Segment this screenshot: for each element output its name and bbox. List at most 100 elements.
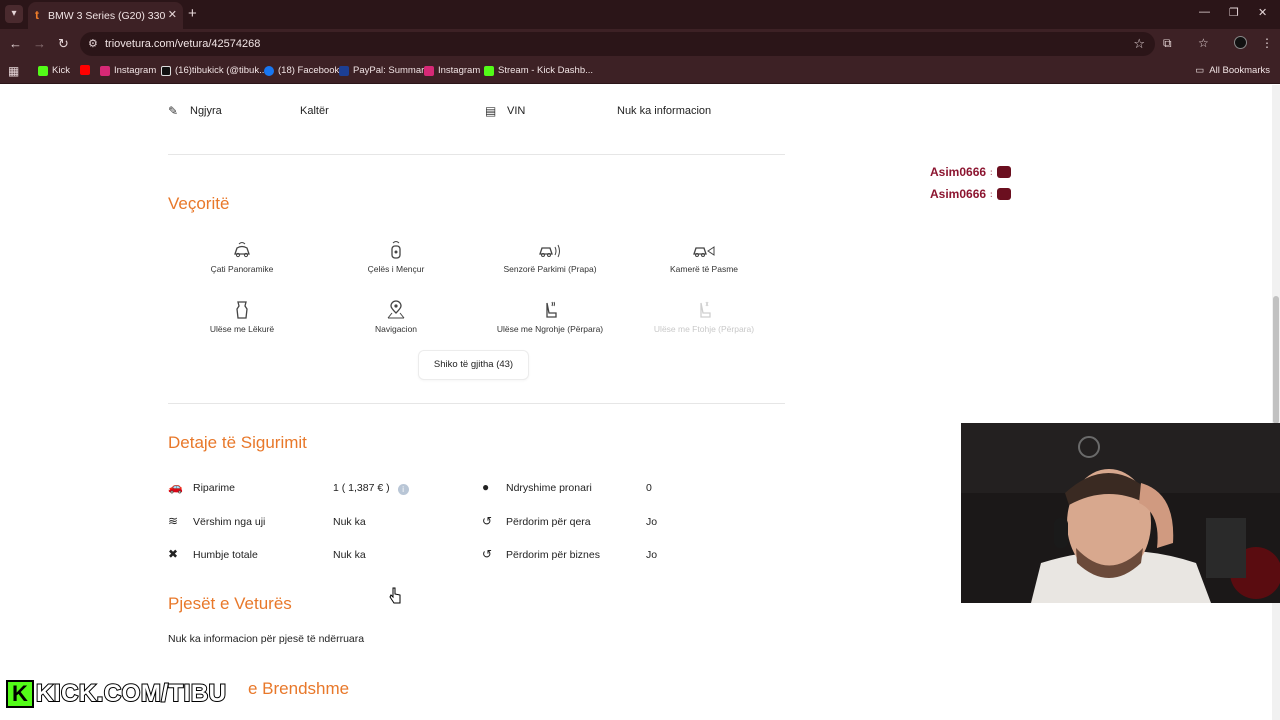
paypal-icon — [339, 65, 349, 76]
leather-icon — [236, 301, 248, 319]
tab-title: BMW 3 Series (G20) 330E M Sp — [48, 10, 166, 22]
bookmarks-bar: ▦ Kick Instagram (16)tibukick (@tibuk...… — [0, 59, 1280, 84]
paint-spray-icon: ✎ — [168, 104, 179, 118]
insurance-value: Nuk ka — [333, 516, 366, 528]
spec-color-value: Kaltër — [300, 105, 329, 117]
address-bar[interactable]: ⚙ triovetura.com/vetura/42574268 ☆ — [80, 32, 1155, 56]
map-pin-icon — [387, 300, 405, 319]
parts-title: Pjesët e Veturës — [168, 594, 292, 613]
bookmark-item[interactable] — [80, 65, 94, 75]
cooled-seat-icon — [700, 301, 711, 318]
tab-search-button[interactable]: ▾ — [5, 5, 23, 23]
insurance-label: Riparime — [193, 482, 236, 494]
feature-cooled-seats: Ulëse me Ftohje (Përpara) — [634, 299, 774, 334]
tiktok-icon — [161, 65, 171, 76]
feature-leather-seats: Ulëse me Lëkurë — [172, 299, 312, 334]
kick-logo-icon — [484, 65, 494, 76]
close-icon[interactable]: ✕ — [168, 8, 177, 21]
car-roof-icon — [234, 242, 250, 258]
bookmark-item[interactable]: Instagram — [100, 65, 156, 76]
history-icon: ↺ — [482, 547, 493, 561]
webcam-person-image — [961, 423, 1280, 603]
facebook-icon — [264, 65, 274, 76]
heated-seat-icon — [546, 301, 557, 318]
dot-icon: : — [990, 167, 993, 177]
bookmark-item[interactable]: (18) Facebook — [264, 65, 339, 76]
parking-sensor-icon — [539, 244, 560, 258]
insurance-value: 0 — [646, 482, 652, 494]
instagram-icon — [100, 65, 110, 76]
section-divider — [168, 154, 785, 155]
insurance-value: Jo — [646, 516, 658, 528]
back-icon[interactable]: ← — [9, 36, 22, 52]
total-loss-icon: ✖ — [168, 547, 179, 561]
hand-cursor-icon — [389, 587, 401, 604]
profile-avatar[interactable] — [1234, 36, 1247, 49]
insurance-label: Përdorim për qera — [506, 516, 591, 528]
kick-logo-icon: K — [6, 680, 34, 708]
feature-heated-seats: Ulëse me Ngrohje (Përpara) — [480, 299, 620, 334]
feature-smart-key: Çelës i Mençur — [326, 239, 466, 274]
webcam-overlay — [961, 423, 1280, 603]
kick-watermark: K KICK.COM/TIBU — [6, 679, 227, 708]
insurance-value: Jo — [646, 549, 658, 561]
extensions-icon[interactable]: ⧉ — [1163, 36, 1172, 51]
apps-grid-icon[interactable]: ▦ — [8, 64, 19, 78]
page-content: ✎ Ngjyra Kaltër ▤ VIN Nuk ka informacion… — [0, 85, 1280, 720]
features-title: Veçoritë — [168, 194, 230, 213]
active-tab[interactable]: t BMW 3 Series (G20) 330E M Sp ✕ — [28, 2, 183, 29]
window-close-icon[interactable]: ✕ — [1258, 6, 1267, 19]
emote-icon — [996, 166, 1011, 178]
insurance-label: Humbje totale — [193, 549, 258, 561]
youtube-icon — [80, 65, 90, 75]
insurance-label: Përdorim për biznes — [506, 549, 600, 561]
folder-icon: ▭ — [1195, 65, 1205, 76]
minimize-icon[interactable]: — — [1199, 6, 1210, 18]
parts-text: Nuk ka informacion për pjesë të ndërruar… — [168, 633, 365, 645]
menu-icon[interactable]: ⋮ — [1261, 36, 1273, 50]
scroll-thumb[interactable] — [1273, 296, 1279, 424]
feature-rear-camera: Kamerë të Pasme — [634, 239, 774, 274]
url-text: triovetura.com/vetura/42574268 — [105, 38, 261, 50]
forward-icon[interactable]: → — [33, 36, 46, 52]
document-icon: ▤ — [485, 104, 497, 118]
feature-rear-parking-sensors: Senzorë Parkimi (Prapa) — [480, 239, 620, 274]
section-divider — [168, 403, 785, 404]
rear-camera-icon — [693, 246, 715, 257]
bookmark-star-icon[interactable]: ☆ — [1133, 36, 1145, 52]
reading-list-icon[interactable]: ☆ — [1198, 36, 1209, 50]
insurance-label: Vërshim nga uji — [193, 516, 266, 528]
history-icon: ↺ — [482, 514, 493, 528]
page-scrollbar[interactable] — [1272, 85, 1280, 720]
bookmark-item[interactable]: (16)tibukick (@tibuk... — [161, 65, 267, 76]
restore-icon[interactable]: ❐ — [1229, 6, 1239, 19]
site-info-icon[interactable]: ⚙ — [88, 37, 98, 50]
emote-icon — [996, 188, 1011, 200]
insurance-value: Nuk ka — [333, 549, 366, 561]
kick-url-text: KICK.COM/TIBU — [35, 679, 227, 708]
insurance-value: 1 ( 1,387 € ) i — [333, 482, 409, 495]
see-all-features-button[interactable]: Shiko të gjitha (43) — [418, 350, 529, 380]
spec-color-label: Ngjyra — [190, 105, 222, 117]
kick-logo-icon — [38, 65, 48, 76]
bookmark-item[interactable]: Instagram — [424, 65, 480, 76]
bookmark-item[interactable]: Stream - Kick Dashb... — [484, 65, 593, 76]
dot-icon: : — [990, 189, 993, 199]
reload-icon[interactable]: ↻ — [58, 36, 69, 52]
tab-bar: ▾ t BMW 3 Series (G20) 330E M Sp ✕ + — ❐… — [0, 0, 1280, 29]
site-favicon-icon: t — [35, 8, 39, 22]
bookmark-item[interactable]: Kick — [38, 65, 70, 76]
chat-message: Asim0666: — [930, 187, 1011, 201]
spec-vin-label: VIN — [507, 105, 526, 117]
new-tab-button[interactable]: + — [188, 5, 197, 23]
chat-message: Asim0666: — [930, 165, 1011, 179]
feature-panoramic-roof: Çati Panoramike — [172, 239, 312, 274]
info-icon[interactable]: i — [397, 484, 409, 495]
instagram-icon — [424, 65, 434, 76]
car-crash-icon: 🚗 — [168, 480, 183, 494]
person-icon: ● — [482, 480, 490, 494]
key-fob-icon — [391, 241, 401, 259]
spec-vin-value: Nuk ka informacion — [617, 105, 712, 117]
bookmark-item[interactable]: PayPal: Summary — [339, 65, 429, 76]
all-bookmarks-button[interactable]: ▭ All Bookmarks — [1195, 65, 1270, 76]
